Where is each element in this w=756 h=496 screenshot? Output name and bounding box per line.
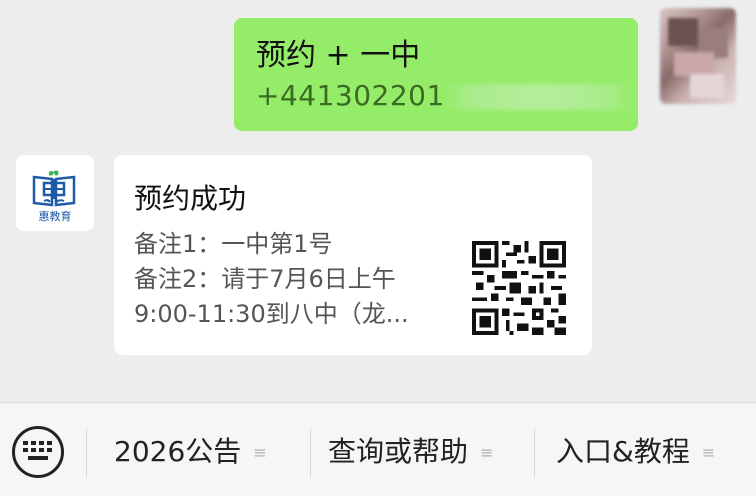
menu-item-label: 入口&教程 [556, 435, 690, 468]
card-note-line: 备注1：一中第1号 [134, 230, 333, 258]
logo-text: 惠教育 [38, 210, 72, 223]
book-logo-icon [32, 170, 76, 207]
menu-divider [534, 429, 535, 477]
menu-divider [310, 429, 311, 477]
bot-avatar[interactable]: 惠教育 [16, 155, 94, 231]
outgoing-message-bubble[interactable]: 预约 + 一中 +441302201 [234, 18, 638, 131]
keyboard-icon [23, 441, 52, 460]
qr-code-icon[interactable] [472, 241, 566, 335]
menu-item-query-help[interactable]: 查询或帮助 ≡ [328, 421, 493, 483]
user-avatar[interactable] [660, 8, 736, 104]
card-title: 预约成功 [134, 182, 247, 215]
card-note-line: 备注2：请于7月6日上午 [134, 265, 396, 293]
menu-grip-icon: ≡ [480, 443, 494, 462]
card-notes: 备注1：一中第1号 备注2：请于7月6日上午 9:00-11:30到八中（龙..… [134, 227, 444, 332]
outgoing-phone-visible: +441302201 [256, 79, 445, 112]
keyboard-toggle-button[interactable] [12, 426, 64, 478]
menu-item-label: 2026公告 [114, 435, 242, 468]
card-note-line: 9:00-11:30到八中（龙... [134, 300, 409, 328]
menu-item-announcement[interactable]: 2026公告 ≡ [114, 421, 267, 483]
reservation-card[interactable]: 预约成功 备注1：一中第1号 备注2：请于7月6日上午 9:00-11:30到八… [114, 155, 592, 355]
menu-divider [86, 429, 87, 477]
outgoing-message-line1: 预约 + 一中 [256, 38, 421, 73]
menu-grip-icon: ≡ [253, 443, 267, 462]
menu-grip-icon: ≡ [701, 443, 716, 462]
menu-item-label: 查询或帮助 [328, 435, 469, 468]
outgoing-message-line2: +441302201 [256, 76, 638, 116]
menu-item-entry-tutorial[interactable]: 入口&教程 ≡ [556, 421, 715, 483]
chat-area: 预约 + 一中 +441302201 惠教育 预约成功 备注1：一中第1号 备注… [0, 0, 756, 402]
redaction-blur [444, 84, 634, 110]
bottom-menu-bar: 2026公告 ≡ 查询或帮助 ≡ 入口&教程 ≡ [0, 402, 756, 496]
